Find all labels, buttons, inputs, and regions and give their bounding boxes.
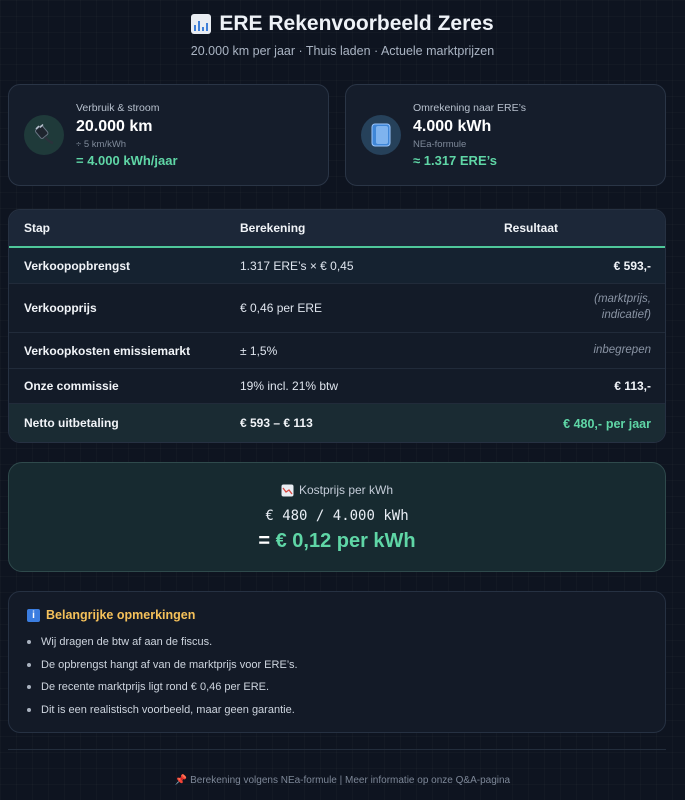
bar-chart-icon: [191, 14, 212, 34]
card-sub: ÷ 5 km/kWh: [76, 139, 127, 150]
notes-title-text: Belangrijke opmerkingen: [46, 608, 196, 622]
cost-label: Kostprijs per kWh: [281, 483, 393, 497]
calculation-table: Stap Berekening Resultaat Verkoopopbreng…: [8, 209, 666, 443]
card-conversion: Omrekening naar ERE’s 4.000 kWh NEa-form…: [345, 84, 666, 186]
card-sub: NEa-formule: [413, 139, 467, 150]
info-icon: i: [27, 608, 40, 622]
cost-per-kwh-box: Kostprijs per kWh € 480 / 4.000 kWh = € …: [8, 462, 666, 572]
column-header-step: Stap: [24, 221, 51, 235]
net-amount: € 480,-: [563, 416, 603, 431]
row-calculation: ± 1,5%: [240, 343, 278, 358]
page-title-text: ERE Rekenvoorbeeld Zeres: [219, 12, 494, 35]
summary-cards: Verbruik & stroom 20.000 km ÷ 5 km/kWh =…: [8, 84, 666, 186]
table-row: Verkoopopbrengst 1.317 ERE’s × € 0,45 € …: [9, 248, 665, 284]
row-result: € 593,-: [613, 258, 651, 273]
footer: 📌 Berekening volgens NEa-formule | Meer …: [0, 775, 685, 786]
table-header: Stap Berekening Resultaat: [9, 210, 665, 248]
row-calculation: 1.317 ERE’s × € 0,45: [240, 258, 354, 273]
row-step: Onze commissie: [24, 379, 119, 393]
card-result: = 4.000 kWh/jaar: [76, 153, 178, 168]
cost-label-text: Kostprijs per kWh: [298, 483, 394, 497]
list-item: Wij dragen de btw af aan de fiscus.: [27, 631, 649, 654]
cost-result-value: € 0,12 per kWh: [275, 529, 416, 552]
table-row: Verkoopprijs € 0,46 per ERE (marktprijs,…: [9, 284, 665, 333]
cost-formula: € 480 / 4.000 kWh: [265, 507, 409, 524]
row-calculation: € 0,46 per ERE: [240, 301, 323, 315]
notes-title: i Belangrijke opmerkingen: [27, 608, 649, 622]
card-usage: Verbruik & stroom 20.000 km ÷ 5 km/kWh =…: [8, 84, 329, 186]
row-calculation: 19% incl. 21% btw: [240, 379, 339, 393]
row-step: Verkoopopbrengst: [24, 258, 131, 273]
net-period: per jaar: [605, 416, 651, 431]
column-header-calculation: Berekening: [240, 221, 306, 235]
row-result: € 113,-: [614, 379, 651, 393]
table-row: Onze commissie 19% incl. 21% btw € 113,-: [9, 369, 665, 404]
footer-text: Berekening volgens NEa-formule | Meer in…: [190, 775, 511, 786]
row-result-line: (marktprijs,: [594, 293, 651, 306]
notes-panel: i Belangrijke opmerkingen Wij dragen de …: [8, 591, 666, 733]
row-calculation: € 593 – € 113: [240, 416, 313, 430]
column-header-result: Resultaat: [504, 221, 559, 235]
row-result: € 480,- per jaar: [440, 416, 665, 431]
footer-divider: [8, 749, 666, 750]
equals-sign: =: [258, 529, 271, 552]
chart-trend-icon: [281, 484, 294, 496]
page-title: ERE Rekenvoorbeeld Zeres: [191, 12, 494, 36]
row-result: (marktprijs, indicatief): [440, 292, 665, 323]
row-step: Verkoopprijs: [24, 301, 97, 315]
book-icon: [361, 115, 401, 155]
page-subtitle: 20.000 km per jaar · Thuis laden · Actue…: [190, 44, 495, 58]
card-value: 20.000 km: [76, 118, 153, 135]
page-header: ERE Rekenvoorbeeld Zeres 20.000 km per j…: [0, 0, 685, 70]
card-label: Omrekening naar ERE’s: [413, 102, 527, 114]
list-item: De recente marktprijs ligt rond € 0,46 p…: [27, 676, 649, 699]
notes-list: Wij dragen de btw af aan de fiscus. De o…: [27, 631, 649, 721]
pin-icon: 📌: [174, 775, 188, 786]
list-item: De opbrengst hangt af van de marktprijs …: [27, 654, 649, 677]
list-item: Dit is een realistisch voorbeeld, maar g…: [27, 699, 649, 722]
cost-result: = € 0,12 per kWh: [9, 530, 665, 553]
card-label: Verbruik & stroom: [76, 102, 160, 114]
table-row: Verkoopkosten emissiemarkt ± 1,5% inbegr…: [9, 333, 665, 369]
row-step: Netto uitbetaling: [24, 416, 119, 430]
plug-icon: [24, 115, 64, 155]
row-result: inbegrepen: [593, 343, 651, 356]
row-result-line: indicatief): [601, 309, 651, 321]
card-value: 4.000 kWh: [413, 118, 492, 135]
card-result: ≈ 1.317 ERE’s: [413, 153, 497, 168]
row-step: Verkoopkosten emissiemarkt: [24, 343, 191, 358]
table-row-total: Netto uitbetaling € 593 – € 113 € 480,- …: [9, 404, 665, 442]
